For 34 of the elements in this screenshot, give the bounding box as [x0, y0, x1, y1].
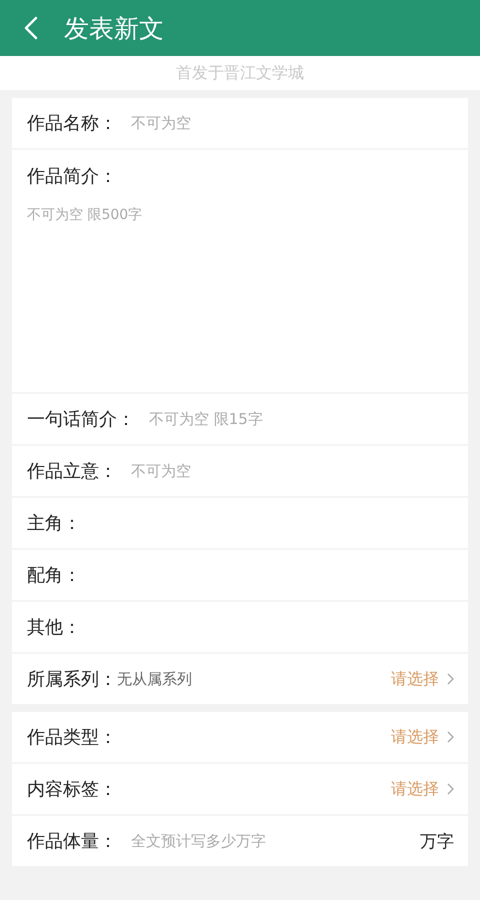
page-title: 发表新文 [64, 12, 164, 44]
chevron-right-icon [447, 673, 454, 685]
placeholder: 不可为空 [131, 462, 191, 480]
field-label: 作品简介： [27, 165, 117, 188]
placeholder: 不可为空 限15字 [149, 410, 263, 428]
field-label: 其他： [27, 616, 81, 639]
input-field[interactable]: 作品名称： 不可为空 [12, 98, 468, 148]
input-field[interactable]: 其他： [12, 602, 468, 652]
chevron-right-icon [447, 783, 454, 795]
field-label: 作品体量： [27, 830, 117, 853]
input-field[interactable]: 作品体量： 全文预计写多少万字 万字 [12, 816, 468, 866]
field-label: 作品类型： [27, 726, 117, 749]
select-row[interactable]: 所属系列：无从属系列 请选择 [12, 654, 468, 704]
placeholder: 不可为空 [131, 114, 191, 132]
input-field[interactable]: 配角： [12, 550, 468, 600]
unit-label: 万字 [420, 830, 454, 852]
field-label: 内容标签： [27, 778, 117, 801]
input-field[interactable]: 主角： [12, 498, 468, 548]
textarea-field[interactable]: 作品简介： 不可为空 限500字 [12, 150, 468, 392]
placeholder: 全文预计写多少万字 [131, 832, 266, 850]
field-label: 作品立意： [27, 460, 117, 483]
placeholder: 不可为空 限500字 [27, 206, 142, 224]
field-label: 作品名称： [27, 112, 117, 135]
field-label: 主角： [27, 512, 81, 535]
input-field[interactable]: 一句话简介： 不可为空 限15字 [12, 394, 468, 444]
field-value: 无从属系列 [117, 670, 192, 688]
select-row[interactable]: 内容标签： 请选择 [12, 764, 468, 814]
chevron-right-icon [447, 731, 454, 743]
field-label: 一句话简介： [27, 408, 135, 431]
select-row[interactable]: 作品类型： 请选择 [12, 712, 468, 762]
back-icon[interactable] [24, 16, 38, 40]
input-field[interactable]: 作品立意： 不可为空 [12, 446, 468, 496]
field-label: 所属系列： [27, 668, 117, 691]
field-label: 配角： [27, 564, 81, 587]
